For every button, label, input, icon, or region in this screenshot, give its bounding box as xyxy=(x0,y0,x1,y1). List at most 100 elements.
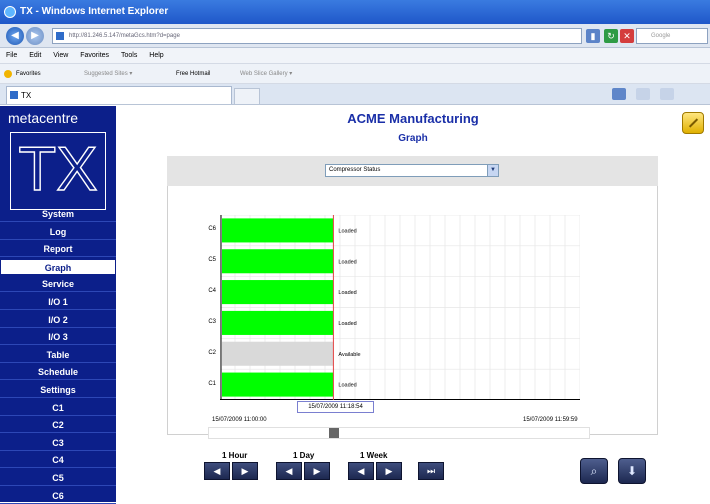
tab-bar: TX xyxy=(0,84,710,105)
sidebar-item-c3[interactable]: C3 xyxy=(0,435,116,451)
favorites-bar: Favorites Suggested Sites ▾ Free Hotmail… xyxy=(0,64,710,84)
window-title-bar: TX - Windows Internet Explorer xyxy=(0,0,710,24)
tab-page-icon xyxy=(10,91,18,99)
hour-nav: ◀ ▶ xyxy=(204,462,260,480)
row-label-c3: C3 xyxy=(208,318,216,325)
fav-suggested-sites[interactable]: Suggested Sites ▾ xyxy=(84,64,132,84)
status-bar-c5 xyxy=(222,249,334,274)
sidebar-item-report[interactable]: Report xyxy=(0,241,116,258)
favorites-button[interactable]: Favorites xyxy=(16,64,41,84)
chart-grid xyxy=(220,215,580,400)
cursor-time-label: 15/07/2009 11:18:54 xyxy=(297,401,374,413)
status-bar-label-c6: Loaded xyxy=(338,228,356,234)
ie-icon xyxy=(4,6,16,18)
back-button[interactable]: ◀ xyxy=(6,27,24,45)
series-select[interactable]: Compressor Status ▼ xyxy=(325,164,499,177)
zoom-icon[interactable]: ⌕ xyxy=(580,458,608,484)
status-bar-label-c2: Available xyxy=(338,352,360,358)
start-time-label: 15/07/2009 11:00:00 xyxy=(212,417,267,423)
row-label-c2: C2 xyxy=(208,349,216,356)
hour-label: 1 Hour xyxy=(222,451,248,460)
status-bar-label-c4: Loaded xyxy=(338,290,356,296)
refresh-icon[interactable]: ↻ xyxy=(604,29,618,43)
favorites-star-icon xyxy=(4,70,12,78)
forward-button[interactable]: ▶ xyxy=(26,27,44,45)
sidebar-item-i-o-1[interactable]: I/O 1 xyxy=(0,294,116,310)
page-title: ACME Manufacturing xyxy=(347,111,479,126)
search-placeholder: Google xyxy=(651,33,671,39)
window-title: TX - Windows Internet Explorer xyxy=(20,6,169,17)
day-forward-button[interactable]: ▶ xyxy=(304,462,330,480)
sidebar-item-settings[interactable]: Settings xyxy=(0,382,116,398)
search-input[interactable]: Google xyxy=(636,28,708,44)
address-bar: ◀ ▶ http://81.246.5.147/metaGcs.htm?d=pa… xyxy=(0,24,710,48)
compatibility-icon[interactable]: ▮ xyxy=(586,29,600,43)
sidebar-item-service[interactable]: Service xyxy=(0,276,116,293)
week-back-button[interactable]: ◀ xyxy=(348,462,374,480)
tx-logo: TX xyxy=(10,132,106,210)
menu-view[interactable]: View xyxy=(53,52,68,59)
sidebar-item-log[interactable]: Log xyxy=(0,224,116,240)
page-icon xyxy=(56,32,64,40)
hour-back-button[interactable]: ◀ xyxy=(204,462,230,480)
row-label-c5: C5 xyxy=(208,257,216,264)
note-icon[interactable] xyxy=(682,112,704,134)
status-bar-c6 xyxy=(222,218,334,243)
end-time-label: 15/07/2009 11:59:59 xyxy=(523,417,578,423)
sidebar-item-c4[interactable]: C4 xyxy=(0,452,116,469)
day-nav: ◀ ▶ xyxy=(276,462,332,480)
status-bar-c4 xyxy=(222,280,334,305)
page-subtitle: Graph xyxy=(398,133,428,144)
row-label-c1: C1 xyxy=(208,380,216,387)
print-icon[interactable] xyxy=(660,88,674,100)
menu-edit[interactable]: Edit xyxy=(29,52,41,59)
new-tab-button[interactable] xyxy=(234,88,260,104)
export-icon[interactable]: ⬇ xyxy=(618,458,646,484)
sidebar-item-c1[interactable]: C1 xyxy=(0,400,116,416)
sidebar-item-c5[interactable]: C5 xyxy=(0,470,116,486)
sidebar: metacentre TX System Log Report Graph Servic… xyxy=(0,106,116,504)
sidebar-item-table[interactable]: Table xyxy=(0,347,116,363)
url-text: http://81.246.5.147/metaGcs.htm?d=page xyxy=(69,33,180,39)
series-select-value: Compressor Status xyxy=(329,167,381,173)
brand-name: metacentre xyxy=(8,110,79,126)
chevron-down-icon: ▼ xyxy=(487,165,498,176)
status-bar-c3 xyxy=(222,310,334,335)
sidebar-item-schedule[interactable]: Schedule xyxy=(0,364,116,381)
menu-help[interactable]: Help xyxy=(149,52,163,59)
sidebar-item-i-o-3[interactable]: I/O 3 xyxy=(0,329,116,346)
logo-text: TX xyxy=(18,135,97,204)
jump-to-end-button[interactable]: ⏭ xyxy=(418,462,444,480)
fav-web-slice-gallery[interactable]: Web Slice Gallery ▾ xyxy=(240,64,292,84)
home-icon[interactable] xyxy=(612,88,626,100)
status-bar-c2 xyxy=(222,341,334,366)
status-bar-label-c1: Loaded xyxy=(338,383,356,389)
week-label: 1 Week xyxy=(360,451,388,460)
sidebar-item-c6[interactable]: C6 xyxy=(0,488,116,504)
menu-favorites[interactable]: Favorites xyxy=(80,52,109,59)
menu-bar: File Edit View Favorites Tools Help xyxy=(0,48,710,64)
status-bar-label-c3: Loaded xyxy=(338,321,356,327)
time-scrollbar-thumb[interactable] xyxy=(329,428,339,438)
sidebar-item-i-o-2[interactable]: I/O 2 xyxy=(0,312,116,328)
status-bar-c1 xyxy=(222,372,334,397)
day-label: 1 Day xyxy=(293,451,315,460)
hour-forward-button[interactable]: ▶ xyxy=(232,462,258,480)
sidebar-item-system[interactable]: System xyxy=(0,206,116,222)
menu-file[interactable]: File xyxy=(6,52,17,59)
week-forward-button[interactable]: ▶ xyxy=(376,462,402,480)
stop-icon[interactable]: ✕ xyxy=(620,29,634,43)
menu-tools[interactable]: Tools xyxy=(121,52,137,59)
week-nav: ◀ ▶ xyxy=(348,462,404,480)
tab-tx[interactable]: TX xyxy=(6,86,232,104)
day-back-button[interactable]: ◀ xyxy=(276,462,302,480)
status-bar-label-c5: Loaded xyxy=(338,259,356,265)
compressor-status-chart: Loaded Loaded Loaded Loaded Available Loaded xyxy=(220,215,580,400)
time-scrollbar[interactable] xyxy=(208,427,590,439)
row-label-c6: C6 xyxy=(208,226,216,233)
sidebar-item-c2[interactable]: C2 xyxy=(0,417,116,434)
fav-free-hotmail[interactable]: Free Hotmail xyxy=(176,64,210,84)
sidebar-item-graph[interactable]: Graph xyxy=(0,258,116,275)
feeds-icon[interactable] xyxy=(636,88,650,100)
url-field[interactable]: http://81.246.5.147/metaGcs.htm?d=page xyxy=(52,28,582,44)
